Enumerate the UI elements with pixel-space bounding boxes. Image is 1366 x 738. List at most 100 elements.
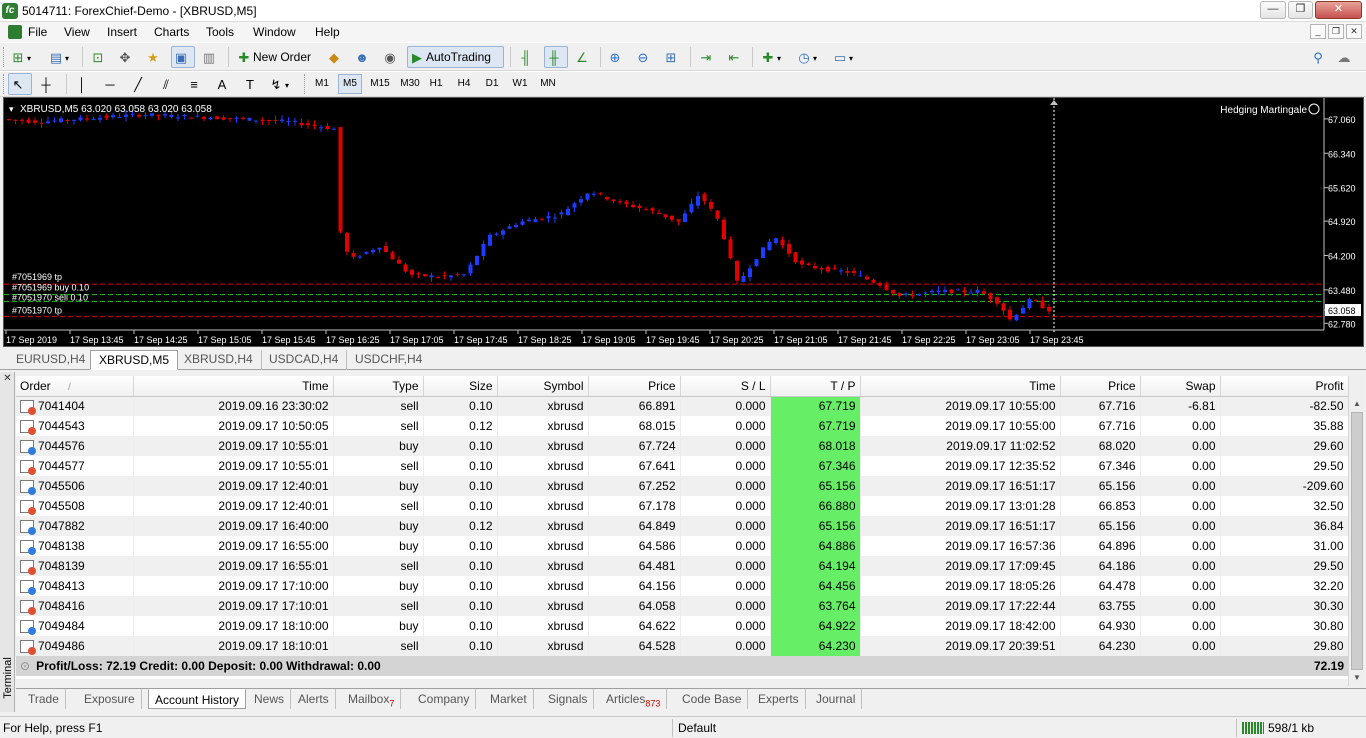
column-close-price[interactable]: Price: [1060, 376, 1141, 397]
timeframe-m15[interactable]: M15: [366, 74, 394, 94]
chart-tab-eurusd-h4[interactable]: EURUSD,H4: [8, 350, 95, 370]
table-row[interactable]: 7044577 2019.09.17 10:55:01 sell 0.10 xbrusd…: [16, 456, 1348, 476]
menu-charts[interactable]: Charts: [154, 25, 189, 39]
chart-tab-xbrusd-h4[interactable]: XBRUSD,H4: [176, 350, 262, 370]
indicators-button[interactable]: ✚ ▾: [758, 46, 790, 68]
table-row[interactable]: 7048139 2019.09.17 16:55:01 sell 0.10 xbrusd…: [16, 556, 1348, 576]
signals-button[interactable]: ◉: [380, 46, 404, 68]
table-row[interactable]: 7049484 2019.09.17 18:10:00 buy 0.10 xbrusd 6…: [16, 616, 1348, 636]
crosshair-tool-button[interactable]: ┼: [36, 73, 60, 95]
terminal-tab-articles[interactable]: Articles873: [600, 689, 668, 709]
timeframe-m30[interactable]: M30: [396, 74, 424, 94]
community-button[interactable]: ☻: [352, 46, 376, 68]
autotrading-button[interactable]: ▶ AutoTrading: [407, 46, 504, 68]
timeframe-w1[interactable]: W1: [508, 74, 532, 94]
child-restore-button[interactable]: ❐: [1328, 24, 1344, 39]
strategy-tester-button[interactable]: ▥: [199, 46, 223, 68]
chart-tab-usdcad-h4[interactable]: USDCAD,H4: [261, 350, 348, 370]
document-icon[interactable]: [8, 25, 22, 39]
column-open-time[interactable]: Time: [133, 376, 334, 397]
timeframe-m1[interactable]: M1: [310, 74, 334, 94]
terminal-tab-experts[interactable]: Experts: [752, 689, 806, 709]
chat-button[interactable]: ☁: [1334, 46, 1360, 68]
menu-help[interactable]: Help: [315, 25, 340, 39]
terminal-tab-exposure[interactable]: Exposure: [78, 689, 142, 709]
menu-insert[interactable]: Insert: [107, 25, 137, 39]
table-row[interactable]: 7044576 2019.09.17 10:55:01 buy 0.10 xbrusd 6…: [16, 436, 1348, 456]
data-window-button[interactable]: ✥: [115, 46, 139, 68]
table-row[interactable]: 7048138 2019.09.17 16:55:00 buy 0.10 xbrusd 6…: [16, 536, 1348, 556]
terminal-tab-account-history[interactable]: Account History: [148, 689, 247, 709]
timeframe-m5[interactable]: M5: [338, 74, 362, 94]
trendline-button[interactable]: ╱: [128, 73, 150, 95]
timeframe-h4[interactable]: H4: [452, 74, 476, 94]
table-row[interactable]: 7049486 2019.09.17 18:10:01 sell 0.10 xbrusd…: [16, 636, 1348, 656]
market-watch-button[interactable]: ⊡: [88, 46, 112, 68]
scroll-thumb[interactable]: [1351, 412, 1363, 670]
menu-file[interactable]: File: [28, 25, 47, 39]
column-tp[interactable]: T / P: [770, 376, 861, 397]
maximize-button[interactable]: ❐: [1288, 1, 1313, 19]
child-minimize-button[interactable]: _: [1310, 24, 1326, 39]
terminal-tab-news[interactable]: News: [248, 689, 292, 709]
column-profit[interactable]: Profit: [1220, 376, 1348, 397]
timeframe-h1[interactable]: H1: [424, 74, 448, 94]
terminal-close-icon[interactable]: ✕: [2, 374, 13, 385]
terminal-tab-mailbox[interactable]: Mailbox7: [342, 689, 402, 709]
column-symbol[interactable]: Symbol: [497, 376, 589, 397]
timeframe-d1[interactable]: D1: [480, 74, 504, 94]
table-row[interactable]: 7044543 2019.09.17 10:50:05 sell 0.12 xbrusd…: [16, 416, 1348, 436]
equidistant-channel-button[interactable]: ⫽: [156, 73, 178, 95]
navigator-button[interactable]: ★: [143, 46, 167, 68]
column-type[interactable]: Type: [333, 376, 424, 397]
templates-button[interactable]: ▭ ▾: [830, 46, 864, 68]
column-sl[interactable]: S / L: [680, 376, 771, 397]
toolbar-grip[interactable]: [304, 74, 307, 94]
chart-canvas[interactable]: XBRUSD,M5 63.020 63.058 63.020 63.058 ▾ He…: [4, 98, 1363, 346]
table-row[interactable]: 7045508 2019.09.17 12:40:01 sell 0.10 xbrusd…: [16, 496, 1348, 516]
table-row[interactable]: 7045506 2019.09.17 12:40:01 buy 0.10 xbrusd 6…: [16, 476, 1348, 496]
fibonacci-button[interactable]: ≡: [184, 73, 206, 95]
scroll-up-icon[interactable]: ▲: [1349, 396, 1365, 412]
line-chart-button[interactable]: ∠: [572, 46, 596, 68]
search-button[interactable]: ⚲: [1308, 46, 1330, 68]
arrows-button[interactable]: ↯ ▾: [266, 73, 298, 95]
metaeditor-button[interactable]: ◆: [324, 46, 348, 68]
child-close-button[interactable]: ✕: [1346, 24, 1362, 39]
text-label-button[interactable]: T: [240, 73, 262, 95]
close-button[interactable]: ✕: [1315, 1, 1362, 19]
table-row[interactable]: 7047882 2019.09.17 16:40:00 buy 0.12 xbrusd 6…: [16, 516, 1348, 536]
tile-windows-button[interactable]: ⊞: [661, 46, 685, 68]
column-order[interactable]: Order /: [16, 376, 134, 397]
terminal-tab-market[interactable]: Market: [484, 689, 534, 709]
terminal-tab-signals[interactable]: Signals: [542, 689, 595, 709]
text-tool-button[interactable]: A: [212, 73, 234, 95]
chart-shift-button[interactable]: ⇤: [724, 46, 748, 68]
candlestick-button[interactable]: ╫: [544, 46, 568, 68]
toolbar-grip[interactable]: [3, 74, 6, 94]
menu-tools[interactable]: Tools: [206, 25, 234, 39]
timeframe-mn[interactable]: MN: [536, 74, 560, 94]
column-close-time[interactable]: Time: [860, 376, 1061, 397]
bar-chart-button[interactable]: ╢: [516, 46, 540, 68]
terminal-tab-alerts[interactable]: Alerts: [292, 689, 336, 709]
vertical-line-button[interactable]: │: [72, 73, 94, 95]
column-size[interactable]: Size: [423, 376, 498, 397]
zoom-out-button[interactable]: ⊖: [633, 46, 657, 68]
periods-button[interactable]: ◷ ▾: [794, 46, 826, 68]
menu-view[interactable]: View: [64, 25, 90, 39]
terminal-tab-code-base[interactable]: Code Base: [676, 689, 749, 709]
zoom-in-button[interactable]: ⊕: [605, 46, 629, 68]
vertical-scrollbar[interactable]: ▲ ▼: [1348, 376, 1364, 686]
table-row[interactable]: 7048413 2019.09.17 17:10:00 buy 0.10 xbrusd 6…: [16, 576, 1348, 596]
profiles-button[interactable]: ▤ ▾: [46, 46, 78, 68]
terminal-tab-journal[interactable]: Journal: [810, 689, 863, 709]
terminal-tab-company[interactable]: Company: [412, 689, 477, 709]
column-swap[interactable]: Swap: [1140, 376, 1221, 397]
terminal-button[interactable]: ▣: [171, 46, 195, 68]
price-chart[interactable]: XBRUSD,M5 63.020 63.058 63.020 63.058 ▾ He…: [3, 97, 1364, 347]
auto-scroll-button[interactable]: ⇥: [696, 46, 720, 68]
new-order-button[interactable]: ✚ New Order: [234, 46, 320, 68]
menu-window[interactable]: Window: [253, 25, 296, 39]
table-row[interactable]: 7048416 2019.09.17 17:10:01 sell 0.10 xbrusd…: [16, 596, 1348, 616]
